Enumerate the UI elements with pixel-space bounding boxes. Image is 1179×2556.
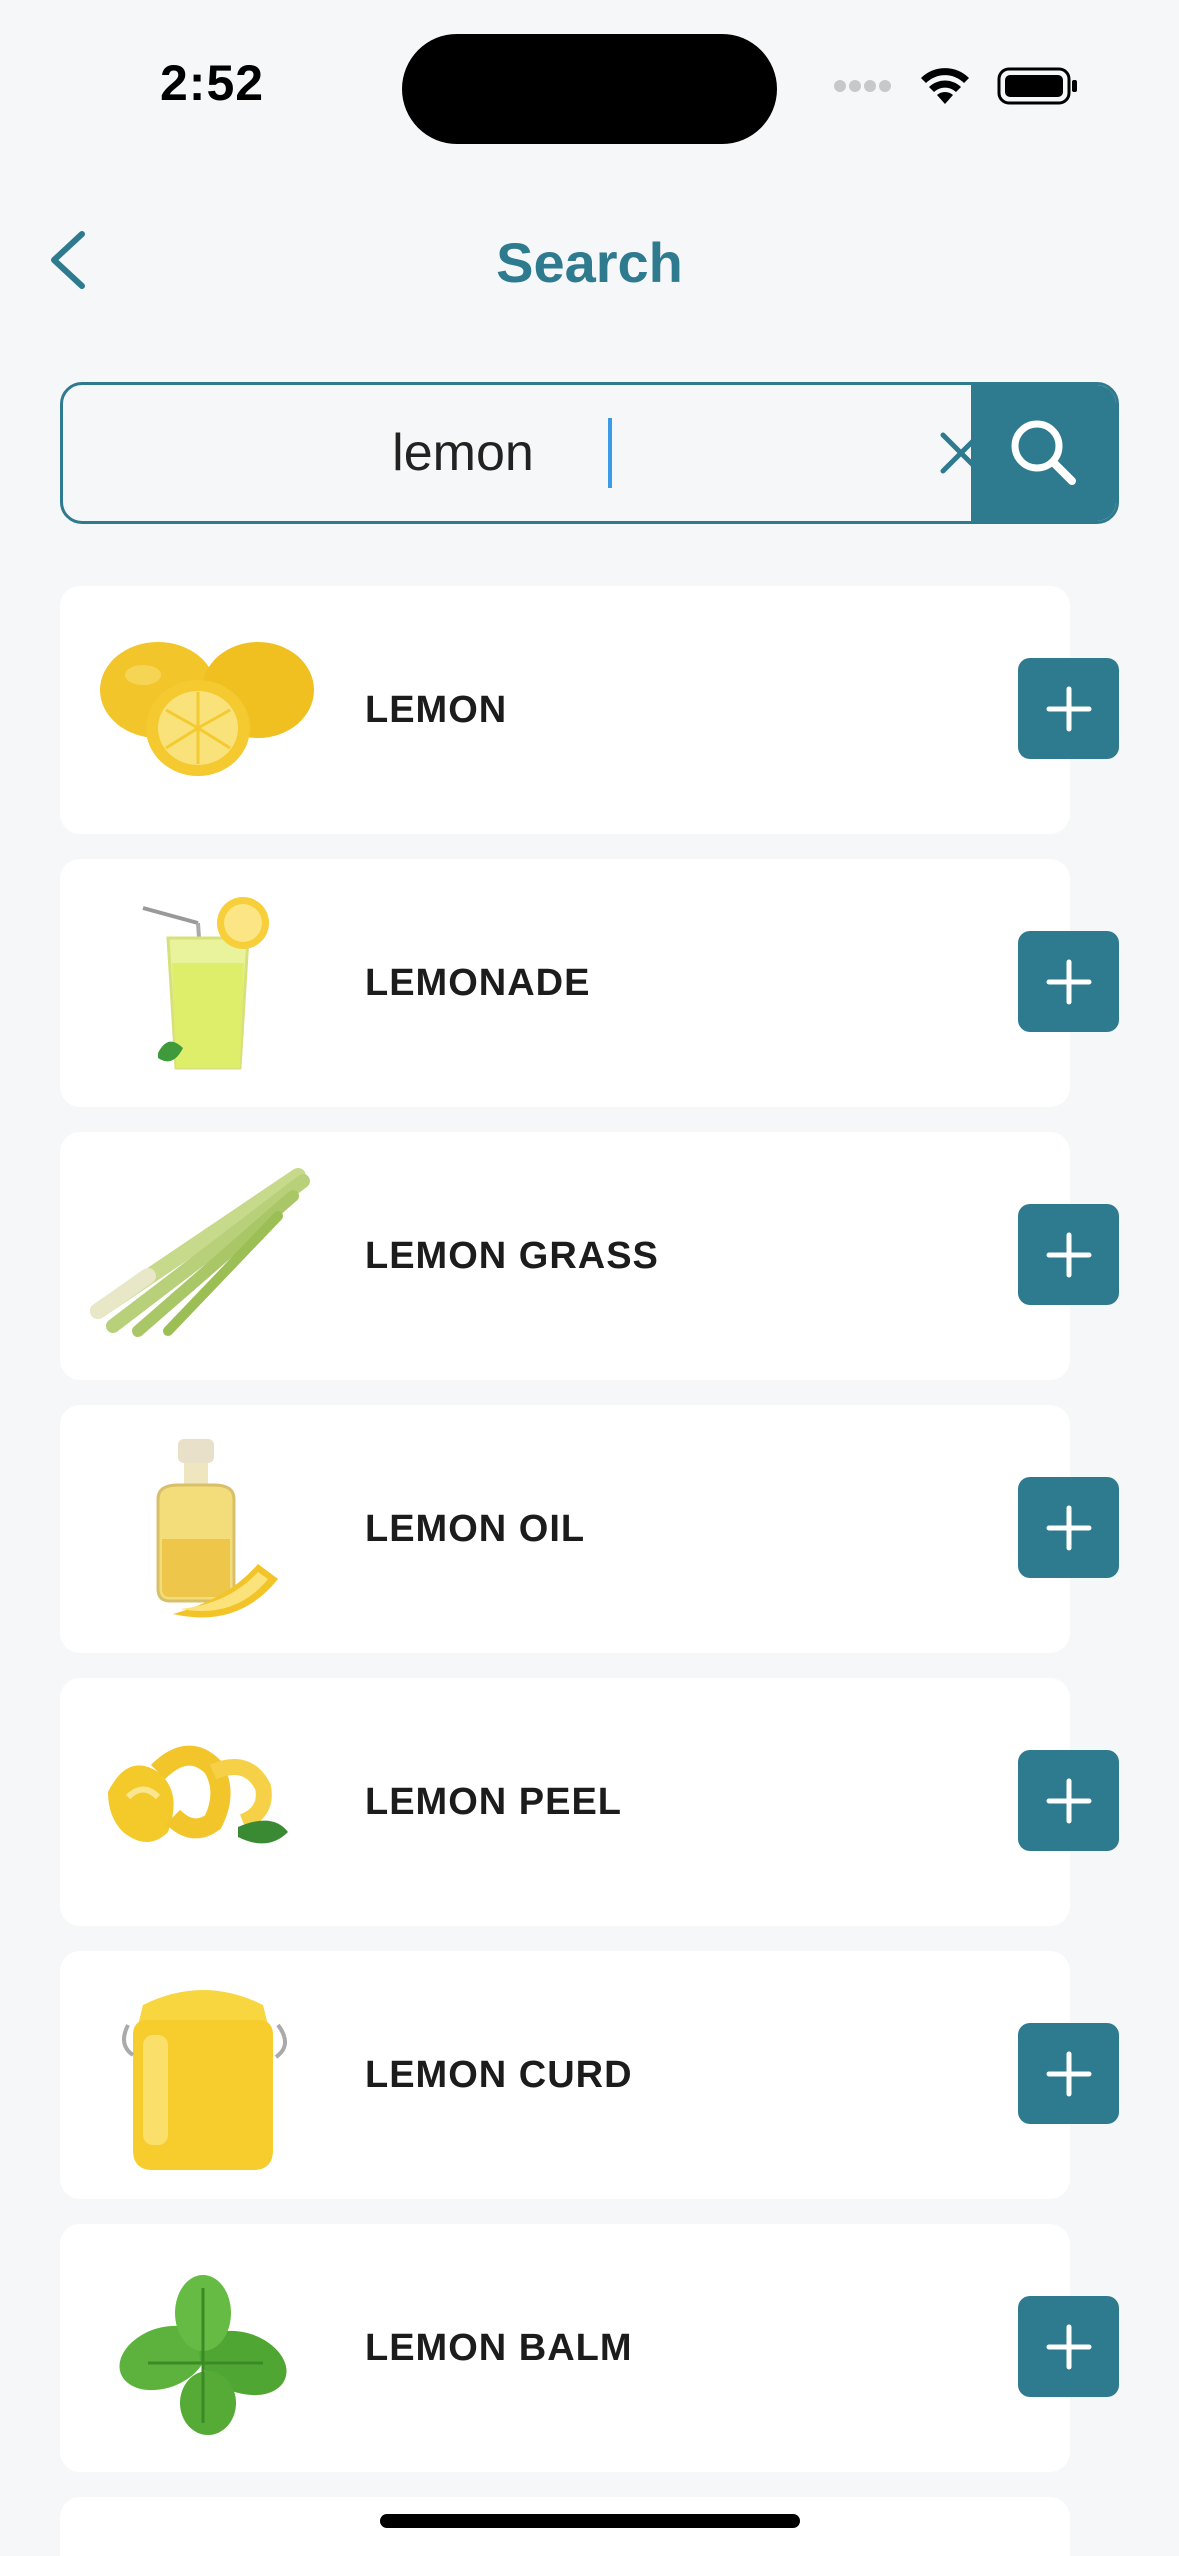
dynamic-island xyxy=(402,34,777,144)
add-item-button[interactable] xyxy=(1018,931,1119,1032)
status-time: 2:52 xyxy=(160,55,265,111)
item-name: LEMON OIL xyxy=(365,1508,586,1550)
page-title: Search xyxy=(496,231,683,294)
search-button[interactable] xyxy=(971,385,1116,521)
search-input[interactable] xyxy=(63,385,963,521)
list-item: LEMON OIL xyxy=(60,1405,1119,1678)
wifi-icon xyxy=(921,68,969,104)
lemon-peel-image xyxy=(88,1702,318,1902)
add-item-button[interactable] xyxy=(1018,2296,1119,2397)
item-name: LEMON BALM xyxy=(365,2327,633,2369)
lemon-oil-image xyxy=(88,1429,318,1629)
status-icons xyxy=(833,66,1079,106)
results-list: LEMON LEMONADE LEMON GRASS LEMON OIL LEM… xyxy=(60,586,1119,2497)
lemon-curd-image xyxy=(88,1975,318,2175)
add-item-button[interactable] xyxy=(1018,1477,1119,1578)
plus-icon xyxy=(1046,2324,1091,2369)
result-card[interactable]: LEMON PEEL xyxy=(60,1678,1070,1926)
lemon-image xyxy=(88,610,318,810)
lemonade-image xyxy=(88,883,318,1083)
list-item: LEMONADE xyxy=(60,859,1119,1132)
item-name: LEMON GRASS xyxy=(365,1235,659,1277)
item-name: LEMON CURD xyxy=(365,2054,633,2096)
add-item-button[interactable] xyxy=(1018,2023,1119,2124)
list-item: LEMON CURD xyxy=(60,1951,1119,2224)
search-icon xyxy=(1011,420,1076,485)
lemon-balm-image xyxy=(88,2248,318,2448)
home-indicator[interactable] xyxy=(380,2514,800,2528)
result-card[interactable]: LEMON GRASS xyxy=(60,1132,1070,1380)
list-item: LEMON BALM xyxy=(60,2224,1119,2497)
item-name: LEMONADE xyxy=(365,962,591,1004)
item-name: LEMON xyxy=(365,689,508,731)
lemongrass-image xyxy=(88,1156,318,1356)
add-item-button[interactable] xyxy=(1018,1750,1119,1851)
search-screen: 2:52 Search lemon LEMON LEMONADE LEMON G… xyxy=(0,0,1179,2556)
plus-icon xyxy=(1046,959,1091,1004)
add-item-button[interactable] xyxy=(1018,1204,1119,1305)
cellular-signal-icon xyxy=(834,80,891,92)
plus-icon xyxy=(1046,2051,1091,2096)
result-card[interactable]: LEMON BALM xyxy=(60,2224,1070,2472)
result-card[interactable]: LEMON CURD xyxy=(60,1951,1070,2199)
text-caret xyxy=(608,418,612,488)
result-card[interactable]: LEMON xyxy=(60,586,1070,834)
plus-icon xyxy=(1046,686,1091,731)
result-card[interactable]: LEMONADE xyxy=(60,859,1070,1107)
result-card[interactable]: LEMON OIL xyxy=(60,1405,1070,1653)
list-item: LEMON GRASS xyxy=(60,1132,1119,1405)
plus-icon xyxy=(1046,1778,1091,1823)
list-item: LEMON PEEL xyxy=(60,1678,1119,1951)
plus-icon xyxy=(1046,1505,1091,1550)
plus-icon xyxy=(1046,1232,1091,1277)
search-bar xyxy=(60,382,1119,524)
battery-icon xyxy=(997,67,1077,105)
list-item: LEMON xyxy=(60,586,1119,859)
item-name: LEMON PEEL xyxy=(365,1781,623,1823)
add-item-button[interactable] xyxy=(1018,658,1119,759)
